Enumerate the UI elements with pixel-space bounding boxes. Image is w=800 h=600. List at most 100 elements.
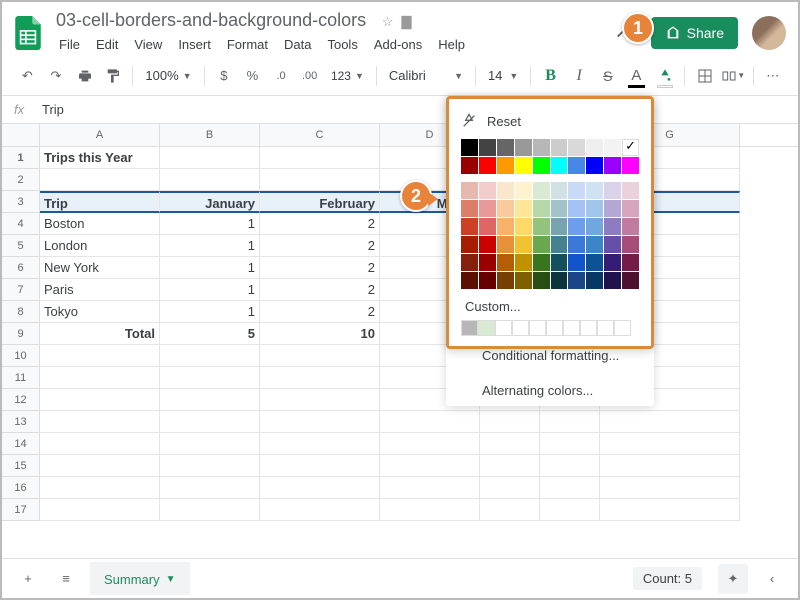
- cell[interactable]: [260, 169, 380, 191]
- color-swatch[interactable]: [461, 157, 478, 174]
- strikethrough-button[interactable]: S: [595, 62, 622, 90]
- cell[interactable]: [260, 499, 380, 521]
- color-swatch[interactable]: [551, 139, 568, 156]
- color-swatch[interactable]: [515, 272, 532, 289]
- cell[interactable]: [600, 433, 740, 455]
- row-header[interactable]: 13: [2, 411, 40, 433]
- recent-color-swatch[interactable]: [529, 320, 546, 336]
- cell[interactable]: [40, 455, 160, 477]
- menu-data[interactable]: Data: [277, 33, 318, 56]
- menu-addons[interactable]: Add-ons: [367, 33, 429, 56]
- decrease-decimal-button[interactable]: .0: [268, 62, 295, 90]
- sheets-logo-icon[interactable]: [14, 15, 42, 51]
- color-swatch[interactable]: [533, 236, 550, 253]
- color-swatch[interactable]: [533, 182, 550, 199]
- cell[interactable]: 5: [160, 323, 260, 345]
- cell[interactable]: [480, 433, 540, 455]
- color-swatch[interactable]: [568, 182, 585, 199]
- color-swatch[interactable]: [479, 139, 496, 156]
- cell[interactable]: [260, 147, 380, 169]
- cell[interactable]: [260, 433, 380, 455]
- color-swatch[interactable]: [568, 272, 585, 289]
- share-button[interactable]: Share: [651, 17, 738, 49]
- italic-button[interactable]: I: [566, 62, 593, 90]
- cell[interactable]: [160, 477, 260, 499]
- color-swatch[interactable]: [479, 218, 496, 235]
- recent-color-swatch[interactable]: [461, 320, 478, 336]
- cell[interactable]: [40, 433, 160, 455]
- cell[interactable]: Trips this Year: [40, 147, 160, 169]
- cell[interactable]: 1: [160, 257, 260, 279]
- paint-format-button[interactable]: [100, 62, 127, 90]
- row-header[interactable]: 9: [2, 323, 40, 345]
- color-swatch[interactable]: [515, 254, 532, 271]
- menu-insert[interactable]: Insert: [171, 33, 218, 56]
- color-swatch[interactable]: [479, 272, 496, 289]
- cell[interactable]: [380, 499, 480, 521]
- reset-color-button[interactable]: Reset: [461, 109, 639, 139]
- color-swatch[interactable]: [461, 236, 478, 253]
- row-header[interactable]: 2: [2, 169, 40, 191]
- fill-color-button[interactable]: [652, 62, 679, 90]
- avatar[interactable]: [752, 16, 786, 50]
- cell[interactable]: [540, 455, 600, 477]
- alternating-colors-item[interactable]: Alternating colors...: [446, 373, 654, 408]
- color-swatch[interactable]: [622, 139, 639, 156]
- cell[interactable]: 1: [160, 213, 260, 235]
- color-swatch[interactable]: [515, 218, 532, 235]
- color-swatch[interactable]: [497, 200, 514, 217]
- color-swatch[interactable]: [533, 272, 550, 289]
- color-swatch[interactable]: [461, 182, 478, 199]
- cell[interactable]: 1: [160, 235, 260, 257]
- color-swatch[interactable]: [479, 254, 496, 271]
- color-swatch[interactable]: [461, 218, 478, 235]
- color-swatch[interactable]: [533, 218, 550, 235]
- color-swatch[interactable]: [461, 200, 478, 217]
- menu-help[interactable]: Help: [431, 33, 472, 56]
- col-header[interactable]: B: [160, 124, 260, 146]
- font-size-dropdown[interactable]: 14▼: [482, 62, 524, 90]
- color-swatch[interactable]: [533, 254, 550, 271]
- cell[interactable]: [480, 411, 540, 433]
- cell[interactable]: [160, 169, 260, 191]
- print-button[interactable]: [71, 62, 98, 90]
- col-header[interactable]: A: [40, 124, 160, 146]
- select-all-corner[interactable]: [2, 124, 40, 146]
- color-swatch[interactable]: [515, 139, 532, 156]
- color-swatch[interactable]: [604, 254, 621, 271]
- side-panel-toggle[interactable]: ‹: [758, 565, 786, 593]
- cell[interactable]: [160, 499, 260, 521]
- recent-color-swatch[interactable]: [512, 320, 529, 336]
- increase-decimal-button[interactable]: .00: [296, 62, 323, 90]
- cell[interactable]: [260, 411, 380, 433]
- cell[interactable]: [160, 411, 260, 433]
- color-swatch[interactable]: [515, 182, 532, 199]
- recent-color-swatch[interactable]: [580, 320, 597, 336]
- cell[interactable]: 2: [260, 257, 380, 279]
- cell[interactable]: [600, 477, 740, 499]
- undo-button[interactable]: ↶: [14, 62, 41, 90]
- cell[interactable]: [160, 389, 260, 411]
- format-currency-button[interactable]: $: [211, 62, 238, 90]
- bold-button[interactable]: B: [537, 62, 564, 90]
- row-header[interactable]: 16: [2, 477, 40, 499]
- cell[interactable]: Boston: [40, 213, 160, 235]
- cell[interactable]: [40, 389, 160, 411]
- row-header[interactable]: 15: [2, 455, 40, 477]
- cell[interactable]: [160, 147, 260, 169]
- cell[interactable]: 1: [160, 301, 260, 323]
- row-header[interactable]: 10: [2, 345, 40, 367]
- color-swatch[interactable]: [551, 272, 568, 289]
- custom-color-button[interactable]: Custom...: [461, 289, 639, 320]
- menu-tools[interactable]: Tools: [320, 33, 364, 56]
- color-swatch[interactable]: [622, 182, 639, 199]
- redo-button[interactable]: ↷: [43, 62, 70, 90]
- color-swatch[interactable]: [461, 139, 478, 156]
- color-swatch[interactable]: [604, 139, 621, 156]
- color-swatch[interactable]: [551, 157, 568, 174]
- recent-color-swatch[interactable]: [614, 320, 631, 336]
- color-swatch[interactable]: [586, 157, 603, 174]
- folder-icon[interactable]: ▇: [401, 14, 411, 30]
- more-formats-dropdown[interactable]: 123▼: [325, 62, 370, 90]
- row-header[interactable]: 5: [2, 235, 40, 257]
